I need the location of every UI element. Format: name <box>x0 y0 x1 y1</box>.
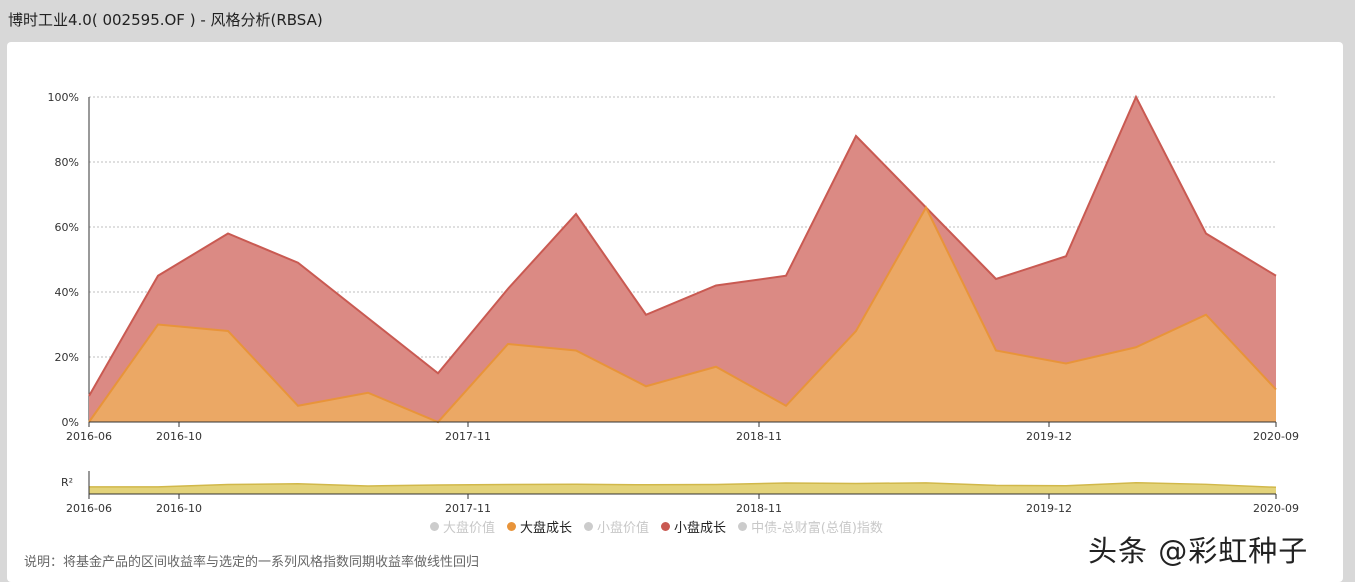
legend-label: 大盘成长 <box>520 520 573 536</box>
rbsa-chart: 0% 20% 40% 60% 80% 100% 2016-06 2016-10 2017-11 2… <box>48 91 1299 515</box>
y-tick-label: 60% <box>55 221 79 234</box>
legend-item-large-growth[interactable]: 大盘成长 <box>507 517 572 536</box>
r2-x-tick-label: 2018-11 <box>736 502 782 515</box>
legend-dot-icon <box>738 521 748 531</box>
legend-label: 中债-总财富(总值)指数 <box>751 520 883 536</box>
legend-label: 小盘成长 <box>674 520 727 536</box>
legend-item-small-growth[interactable]: 小盘成长 <box>661 517 726 536</box>
y-tick-label: 80% <box>55 156 79 169</box>
legend-dot-icon <box>430 521 439 531</box>
x-tick-label: 2017-11 <box>445 430 491 443</box>
r2-x-tick-label: 2017-11 <box>445 502 491 515</box>
legend-label: 大盘价值 <box>443 520 496 536</box>
y-tick-label: 100% <box>48 91 79 104</box>
r2-x-tick-label: 2019-12 <box>1026 502 1072 515</box>
chart-legend: 大盘价值 大盘成长 小盘价值 小盘成长 中债-总财富(总值)指数 <box>430 516 895 536</box>
legend-dot-icon <box>661 521 671 531</box>
x-tick-label: 2018-11 <box>736 430 782 443</box>
legend-dot-icon <box>584 521 594 531</box>
r2-x-tick-label: 2016-06 <box>66 502 112 515</box>
legend-label: 小盘价值 <box>597 520 650 536</box>
legend-item-large-value[interactable]: 大盘价值 <box>430 517 495 536</box>
r2-x-tick-label: 2020-09 <box>1253 502 1299 515</box>
chart-footnote: 说明：将基金产品的区间收益率与选定的一系列风格指数同期收益率做线性回归 <box>24 555 480 570</box>
y-tick-label: 40% <box>55 286 79 299</box>
x-tick-label: 2016-06 <box>66 430 112 443</box>
watermark: 头条 @彩虹种子 <box>1088 534 1309 568</box>
r2-x-tick-label: 2016-10 <box>156 502 202 515</box>
legend-item-bond-index[interactable]: 中债-总财富(总值)指数 <box>738 517 883 536</box>
x-tick-label: 2016-10 <box>156 430 202 443</box>
legend-item-small-value[interactable]: 小盘价值 <box>584 517 649 536</box>
y-tick-label: 0% <box>62 416 79 429</box>
legend-dot-icon <box>507 521 517 531</box>
x-tick-label: 2020-09 <box>1253 430 1299 443</box>
y-tick-label: 20% <box>55 351 79 364</box>
x-tick-label: 2019-12 <box>1026 430 1072 443</box>
r2-label: R² <box>61 476 73 489</box>
